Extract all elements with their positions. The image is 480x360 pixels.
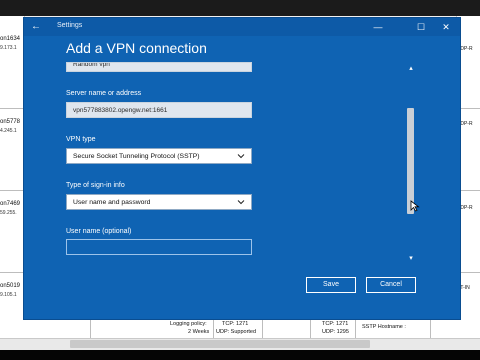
maximize-button[interactable]: ☐ <box>413 21 429 33</box>
back-arrow-icon[interactable]: ← <box>31 21 43 33</box>
vpn-type-dropdown[interactable]: Secure Socket Tunneling Protocol (SSTP) <box>66 148 252 164</box>
username-field[interactable] <box>66 239 252 255</box>
tcp-label: TCP: 1271 <box>322 321 349 327</box>
row-divider <box>0 190 24 191</box>
ip-cell: 9.105.1 <box>0 292 17 298</box>
signin-type-value: User name and password <box>73 199 151 206</box>
mouse-cursor-icon <box>410 200 420 212</box>
scroll-up-icon[interactable]: ▴ <box>406 65 416 73</box>
column-divider <box>355 316 356 338</box>
signin-type-dropdown[interactable]: User name and password <box>66 194 252 210</box>
ip-cell: 4.245.1 <box>0 128 17 134</box>
page-title: Add a VPN connection <box>66 40 207 56</box>
chevron-down-icon <box>237 200 245 205</box>
window-title: Settings <box>57 22 83 29</box>
sstp-hostname-label: SSTP Hostname : <box>362 324 406 330</box>
server-name-cell: on7469 <box>0 201 21 207</box>
row-divider <box>0 108 24 109</box>
cancel-button[interactable]: Cancel <box>366 277 416 293</box>
server-name-cell: on5778 <box>0 119 21 125</box>
horizontal-scroll-thumb[interactable] <box>70 340 370 348</box>
column-divider <box>430 316 431 338</box>
column-divider <box>262 316 263 338</box>
save-button[interactable]: Save <box>306 277 356 293</box>
close-button[interactable]: ✕ <box>438 21 454 33</box>
server-name-cell: on1634 <box>0 36 21 42</box>
background-top-bar <box>0 0 480 16</box>
window-titlebar <box>24 18 460 36</box>
udp-label: UDP: Supported <box>216 329 257 335</box>
server-name-field[interactable]: vpn577883802.opengw.net:1661 <box>66 102 252 118</box>
server-name-cell: on5019 <box>0 283 21 289</box>
scroll-down-icon[interactable]: ▾ <box>406 255 416 263</box>
server-name-label: Server name or address <box>66 90 142 97</box>
connection-name-value: Random vpn <box>73 62 110 68</box>
row-divider <box>0 272 24 273</box>
vpn-type-label: VPN type <box>66 136 96 143</box>
logging-policy-label: Logging policy: <box>170 321 207 327</box>
ip-cell: 9.173.1 <box>0 45 17 51</box>
column-divider <box>90 316 91 338</box>
username-label: User name (optional) <box>66 228 132 235</box>
tcp-label: TCP: 1271 <box>222 321 249 327</box>
udp-label: UDP: 1295 <box>322 329 349 335</box>
ip-cell: 59.255. <box>0 210 17 216</box>
minimize-button[interactable]: — <box>370 21 386 33</box>
connection-name-field[interactable]: Random vpn <box>66 62 252 72</box>
column-divider <box>310 316 311 338</box>
server-name-value: vpn577883802.opengw.net:1661 <box>73 107 168 114</box>
scroll-thumb[interactable] <box>407 108 414 214</box>
signin-type-label: Type of sign-in info <box>66 182 125 189</box>
letterbox-bar <box>0 350 480 360</box>
logging-policy-value: 2 Weeks <box>188 329 210 335</box>
chevron-down-icon <box>237 154 245 159</box>
vpn-type-value: Secure Socket Tunneling Protocol (SSTP) <box>73 153 200 160</box>
column-divider <box>213 316 214 338</box>
